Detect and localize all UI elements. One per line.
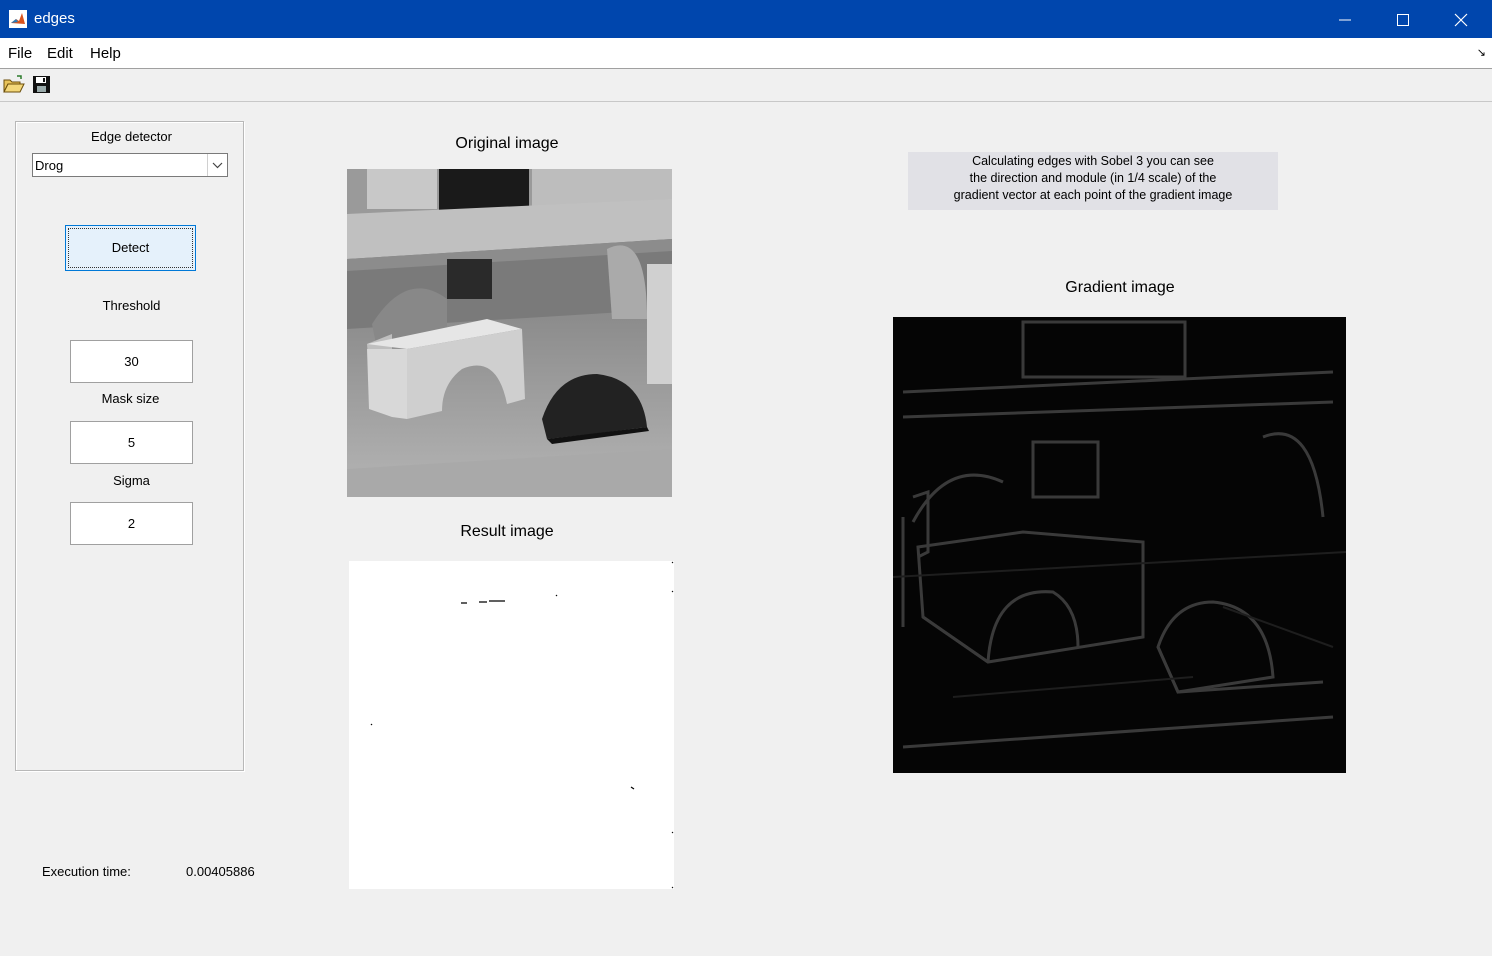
- info-text-box: Calculating edges with Sobel 3 you can s…: [908, 152, 1278, 210]
- execution-time-label: Execution time:: [42, 864, 131, 879]
- open-button[interactable]: [3, 75, 25, 95]
- mask-size-input[interactable]: 5: [70, 421, 193, 464]
- toolbar: [0, 69, 1492, 102]
- dock-arrow-icon[interactable]: ↘: [1477, 46, 1486, 59]
- info-line-2: the direction and module (in 1/4 scale) …: [969, 171, 1217, 185]
- maximize-icon: [1397, 14, 1409, 26]
- edge-detector-value: Drog: [35, 158, 64, 173]
- execution-time-value: 0.00405886: [186, 864, 255, 879]
- close-button[interactable]: [1432, 0, 1490, 38]
- edge-detector-select[interactable]: Drog: [32, 153, 228, 177]
- matlab-icon: [9, 10, 27, 28]
- mask-size-label: Mask size: [101, 391, 160, 406]
- minimize-button[interactable]: [1316, 0, 1374, 38]
- close-icon: [1454, 13, 1468, 27]
- original-image: [347, 169, 672, 497]
- save-button[interactable]: [32, 75, 54, 95]
- menu-help[interactable]: Help: [90, 45, 121, 62]
- sigma-label: Sigma: [113, 473, 150, 488]
- open-folder-icon: [3, 75, 25, 93]
- maximize-button[interactable]: [1374, 0, 1432, 38]
- result-image: [349, 561, 674, 889]
- original-image-title: Original image: [455, 135, 559, 152]
- info-line-3: gradient vector at each point of the gra…: [953, 188, 1233, 202]
- threshold-input[interactable]: 30: [70, 340, 193, 383]
- result-image-title: Result image: [460, 523, 554, 540]
- save-disk-icon: [33, 76, 50, 93]
- menu-bar: File Edit Help ↘: [0, 38, 1492, 69]
- info-line-1: Calculating edges with Sobel 3 you can s…: [972, 154, 1214, 168]
- chevron-down-icon: [212, 162, 223, 169]
- title-bar: edges: [0, 0, 1492, 38]
- menu-file[interactable]: File: [8, 45, 32, 62]
- menu-edit[interactable]: Edit: [47, 45, 73, 62]
- gradient-image: [893, 317, 1346, 773]
- detect-button[interactable]: Detect: [65, 225, 196, 271]
- minimize-icon: [1339, 19, 1351, 21]
- sigma-input[interactable]: 2: [70, 502, 193, 545]
- edge-detector-label: Edge detector: [91, 129, 172, 144]
- dropdown-arrow[interactable]: [207, 154, 227, 176]
- gradient-image-title: Gradient image: [1065, 279, 1175, 296]
- threshold-label: Threshold: [102, 298, 161, 313]
- window-title: edges: [34, 10, 75, 27]
